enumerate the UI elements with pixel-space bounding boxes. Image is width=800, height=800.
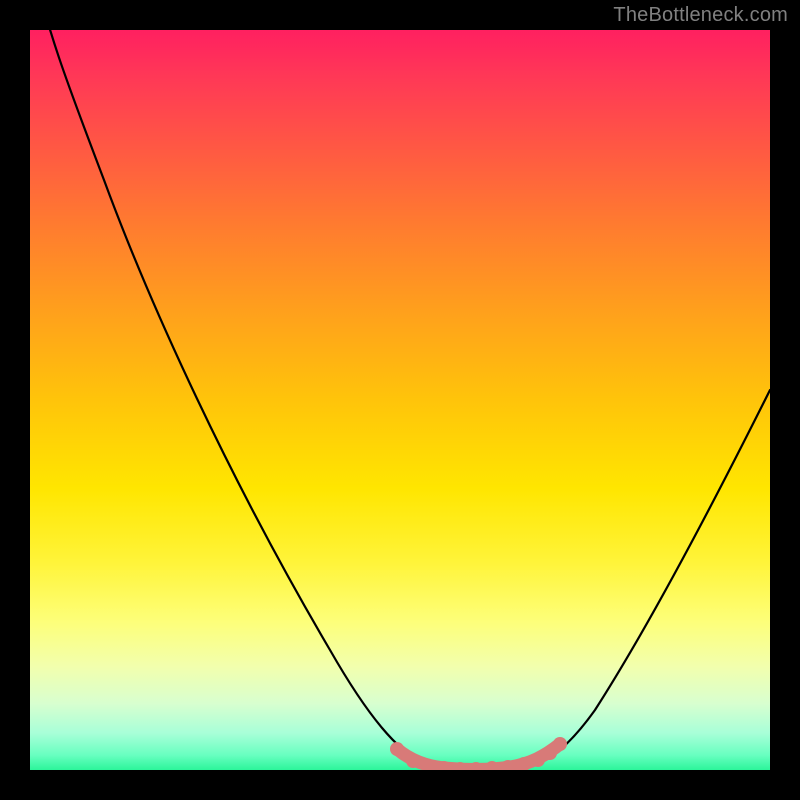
highlight-stroke [397,744,560,769]
curve-svg [30,30,770,770]
main-curve [30,30,770,769]
chart-container: TheBottleneck.com [0,0,800,800]
plot-area [30,30,770,770]
watermark-text: TheBottleneck.com [613,4,788,27]
